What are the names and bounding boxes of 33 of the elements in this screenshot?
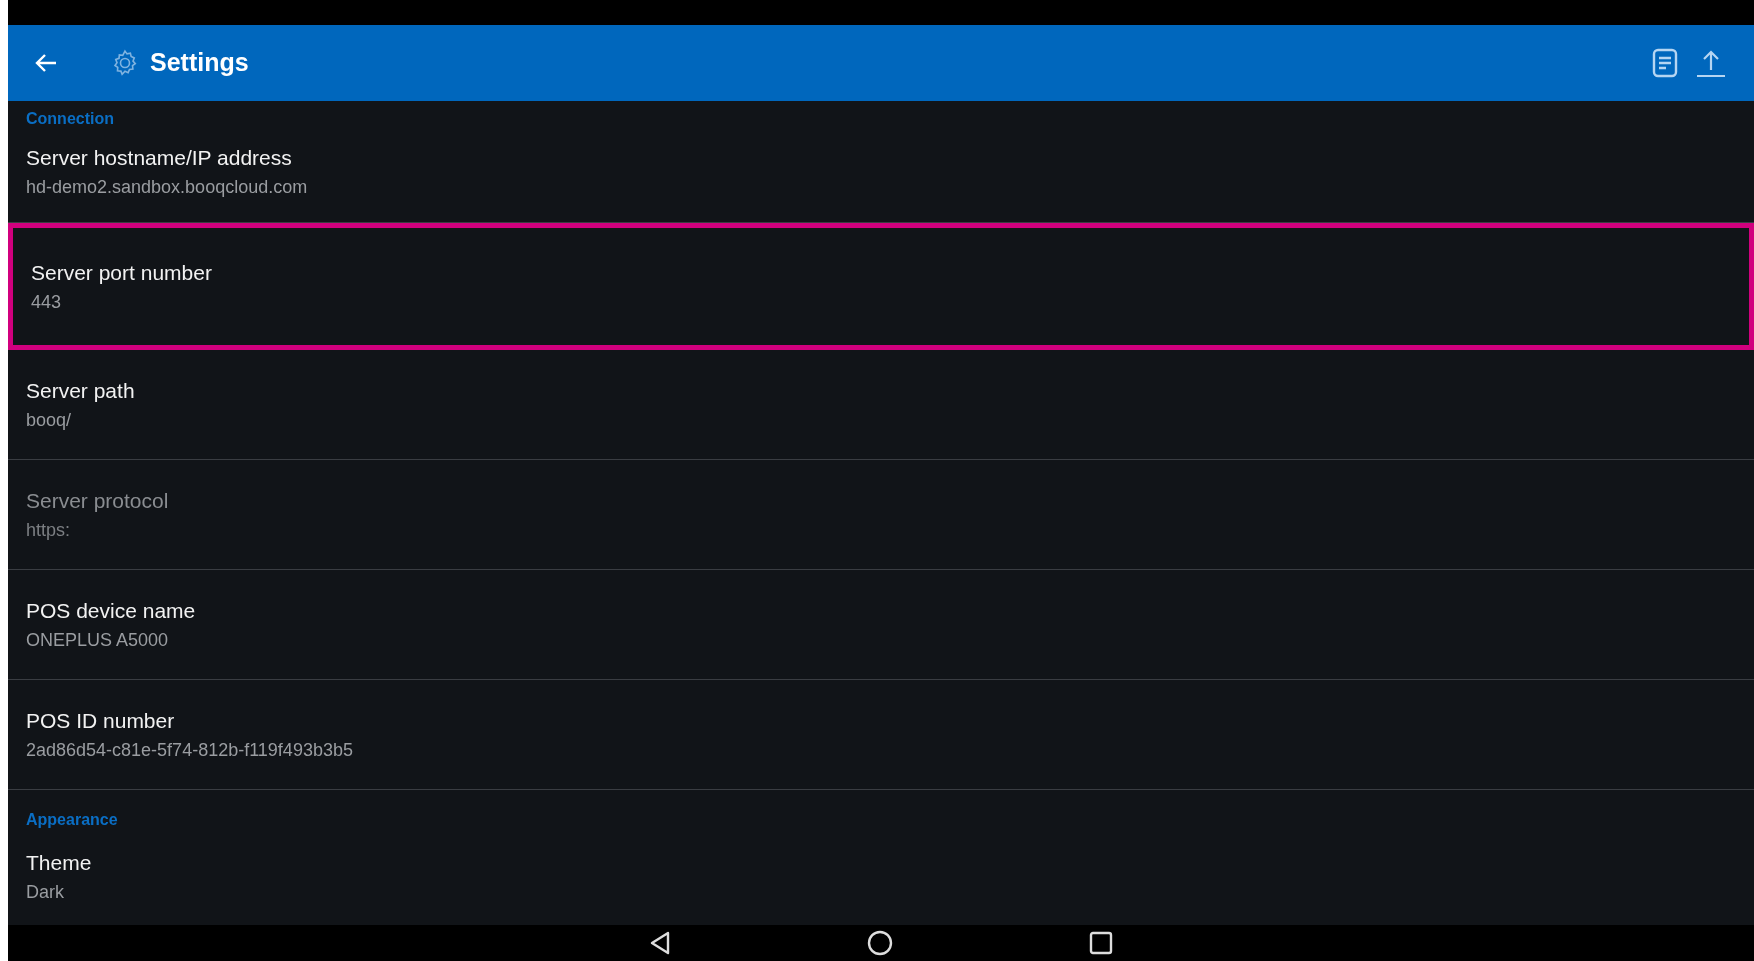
- home-button[interactable]: [867, 930, 893, 956]
- preference-row[interactable]: Server hostname/IP address hd-demo2.sandbox.booqcloud.com: [8, 130, 1754, 223]
- triangle-back-icon: [649, 931, 671, 955]
- document-icon: [1652, 48, 1678, 78]
- upload-icon: [1696, 48, 1726, 78]
- preference-summary: hd-demo2.sandbox.booqcloud.com: [26, 176, 309, 199]
- preference-row[interactable]: POS device name ONEPLUS A5000: [8, 570, 1754, 680]
- document-button[interactable]: [1652, 48, 1678, 78]
- preference-title: Server hostname/IP address: [26, 145, 293, 171]
- section-header: Connection: [25, 109, 115, 129]
- square-recents-icon: [1089, 931, 1113, 955]
- preference-summary: https:: [26, 518, 72, 542]
- preference-summary: 443: [31, 290, 63, 314]
- preference-row[interactable]: POS ID number 2ad86d54-c81e-5f74-812b-f119f493b3b5: [8, 680, 1754, 790]
- nav-back-button[interactable]: [649, 931, 671, 955]
- preference-row[interactable]: Server port number 443: [8, 223, 1754, 350]
- upload-button[interactable]: [1696, 48, 1726, 78]
- circle-home-icon: [867, 930, 893, 956]
- preference-summary: 2ad86d54-c81e-5f74-812b-f119f493b3b5: [26, 738, 354, 762]
- back-arrow-icon: [35, 53, 57, 73]
- preference-title: Server path: [26, 377, 136, 404]
- recents-button[interactable]: [1089, 931, 1113, 955]
- preference-summary: booq/: [26, 408, 73, 432]
- preference-title: Theme: [26, 850, 93, 876]
- screen-title: Settings: [150, 47, 249, 79]
- preference-title: POS ID number: [26, 707, 176, 734]
- preference-title: Server port number: [31, 259, 213, 286]
- preference-title: POS device name: [26, 597, 197, 624]
- preference-summary: ONEPLUS A5000: [26, 628, 170, 652]
- preference-row[interactable]: Server path booq/: [8, 350, 1754, 460]
- preference-summary: Dark: [26, 881, 65, 904]
- section-header: Appearance: [25, 810, 119, 830]
- preference-title: Server protocol: [26, 487, 170, 514]
